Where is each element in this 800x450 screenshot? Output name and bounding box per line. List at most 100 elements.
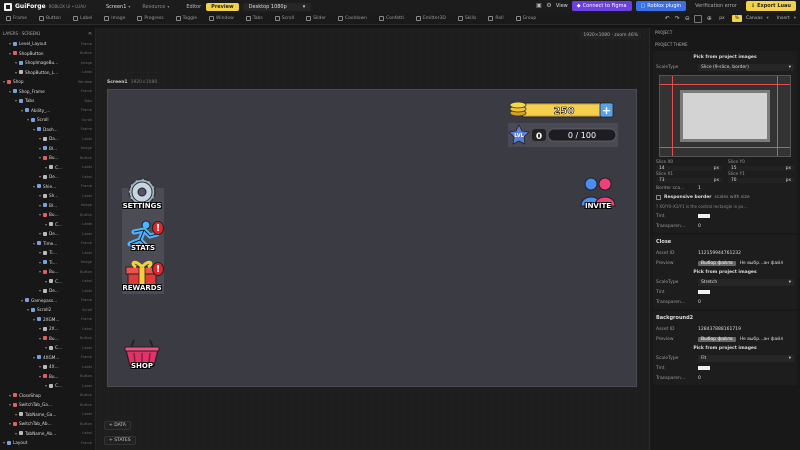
layer-row[interactable]: ▾ Tabs Tabs xyxy=(0,96,95,106)
transparency-value[interactable]: 0 xyxy=(698,300,701,305)
tool-button[interactable]: Button xyxy=(33,16,67,21)
tool-tabs[interactable]: Tabs xyxy=(240,16,269,21)
layer-row[interactable]: ▾ Shop Window xyxy=(0,77,95,87)
layer-row[interactable]: ▾ ShopButton_L… Label xyxy=(0,68,95,78)
asset-id-value[interactable]: 128437888161719 xyxy=(698,327,741,332)
tint-swatch[interactable] xyxy=(698,214,710,218)
layer-row[interactable]: ▾ SwitchTab_Ga… Button xyxy=(0,400,95,410)
export-luau-button[interactable]: ⇩ Export Luau xyxy=(745,1,796,11)
layer-row[interactable]: ▾ Gamepass… Frame xyxy=(0,296,95,306)
resource-select[interactable]: Resource ▾ xyxy=(136,4,175,10)
layer-row[interactable]: ▾ 2XGM… Frame xyxy=(0,315,95,325)
invite-button[interactable]: INVITE xyxy=(578,176,618,210)
collapse-icon[interactable]: ⇱ xyxy=(89,31,92,36)
redo-icon[interactable]: ↷ xyxy=(674,15,680,22)
layer-row[interactable]: ▾ ShopButton Button xyxy=(0,49,95,59)
zoom-in-icon[interactable]: ⊕ xyxy=(706,15,712,22)
tool-toggle[interactable]: Toggle xyxy=(170,16,203,21)
layer-row[interactable]: ▾ C… Label xyxy=(0,220,95,230)
shop-button[interactable]: SHOP xyxy=(122,336,162,370)
verification-status[interactable]: Verification error xyxy=(690,1,742,11)
layer-row[interactable]: ▾ 2X… Label xyxy=(0,324,95,334)
layer-row[interactable]: ▾ Layout Frame xyxy=(0,438,95,448)
fit-screen-icon[interactable] xyxy=(694,14,703,23)
insert-menu[interactable]: Insert xyxy=(777,16,790,21)
add-data-button[interactable]: + DATA xyxy=(104,421,131,430)
layer-row[interactable]: ▾ Ti… Label xyxy=(0,248,95,258)
screen-select[interactable]: Screen1 ▾ xyxy=(100,4,136,10)
layer-row[interactable]: ▾ TabName_Ab… Label xyxy=(0,429,95,439)
tint-swatch[interactable] xyxy=(698,366,710,370)
responsive-border-checkbox[interactable] xyxy=(656,195,661,200)
choose-file-button[interactable]: Выбор файла xyxy=(698,336,736,342)
tool-frame[interactable]: Frame xyxy=(0,16,33,21)
layer-row[interactable]: ▾ Bl… Image xyxy=(0,201,95,211)
unit-percent-toggle[interactable]: % xyxy=(731,15,743,22)
layer-row[interactable]: ▾ TabName_Ga… Label xyxy=(0,410,95,420)
mode-editor-button[interactable]: Editor xyxy=(181,3,206,11)
slice-preview-image[interactable] xyxy=(659,75,791,157)
device-select[interactable]: Desktop 1080p ▾ xyxy=(242,2,312,11)
layer-row[interactable]: ▾ Ability_… Frame xyxy=(0,106,95,116)
canvas-menu[interactable]: Canvas xyxy=(746,16,763,21)
layer-row[interactable]: ▾ SwitchTab_Ab… Button xyxy=(0,419,95,429)
layer-row[interactable]: ▾ Sh… Label xyxy=(0,191,95,201)
responsive-border-row[interactable]: Responsive border scales with size xyxy=(656,193,794,202)
tool-progress[interactable]: Progress xyxy=(131,16,169,21)
mode-preview-button[interactable]: Preview xyxy=(206,2,239,11)
layer-row[interactable]: ▾ 4X… Label xyxy=(0,362,95,372)
tint-swatch[interactable] xyxy=(698,290,710,294)
connect-figma-button[interactable]: ◆ Connect to Figma xyxy=(571,1,632,11)
tool-skills[interactable]: Skills xyxy=(452,16,483,21)
layer-row[interactable]: ▾ Level_Layout Frame xyxy=(0,39,95,49)
scale-type-select[interactable]: Stretch ▾ xyxy=(698,278,794,286)
tool-group[interactable]: Group xyxy=(510,16,543,21)
layer-row[interactable]: ▾ C… Label xyxy=(0,277,95,287)
layer-row[interactable]: ▾ Shie… Frame xyxy=(0,182,95,192)
layer-row[interactable]: ▾ Scroll2 Scroll xyxy=(0,305,95,315)
save-icon[interactable]: ▣ xyxy=(536,3,542,9)
tool-emitter3d[interactable]: Emitter3D xyxy=(410,16,452,21)
layer-row[interactable]: ▾ De… Label xyxy=(0,286,95,296)
undo-icon[interactable]: ↶ xyxy=(664,15,670,22)
tool-window[interactable]: Window xyxy=(203,16,240,21)
add-states-button[interactable]: + STATES xyxy=(104,436,136,445)
layer-row[interactable]: ▾ Dash… Frame xyxy=(0,125,95,135)
layer-row[interactable]: ▾ Time… Frame xyxy=(0,239,95,249)
transparency-value[interactable]: 0 xyxy=(698,224,701,229)
layer-row[interactable]: ▾ C… Label xyxy=(0,343,95,353)
roblox-plugin-button[interactable]: ▢ Roblox plugin xyxy=(635,1,687,11)
border-scale-value[interactable]: 1 xyxy=(698,186,701,191)
pick-project-image-button[interactable]: Pick from project images xyxy=(656,268,794,277)
settings-icon[interactable]: ⚙ xyxy=(546,3,552,9)
layer-row[interactable]: ▾ 4XGM… Frame xyxy=(0,353,95,363)
unit-px-toggle[interactable]: px xyxy=(716,15,728,22)
choose-file-button[interactable]: Выбор файла xyxy=(698,260,736,266)
slice-x0-input[interactable]: 14 px xyxy=(656,166,722,171)
canvas-area[interactable]: 1920×1080 · zoom 46% Screen1 1920×1080 25… xyxy=(96,28,649,450)
screen-frame[interactable]: 250 + LVL 0 0 / 100 SETTINGS STATS ! REW… xyxy=(107,89,637,387)
scale-type-select[interactable]: Fit ▾ xyxy=(698,354,794,362)
tool-label[interactable]: Label xyxy=(67,16,98,21)
view-menu[interactable]: View xyxy=(556,3,568,9)
layer-row[interactable]: ▾ CloseShop Button xyxy=(0,391,95,401)
tool-confetti[interactable]: Confetti xyxy=(373,16,410,21)
tool-slider[interactable]: Slider xyxy=(300,16,332,21)
zoom-out-icon[interactable]: ⊖ xyxy=(684,15,690,22)
coin-bar[interactable]: 250 + xyxy=(508,99,616,121)
layer-row[interactable]: ▾ Bu… Button xyxy=(0,334,95,344)
layer-row[interactable]: ▾ Bu… Button xyxy=(0,267,95,277)
tool-roll[interactable]: Roll xyxy=(482,16,509,21)
slice-x1-input[interactable]: 73 px xyxy=(656,178,722,183)
layer-row[interactable]: ▾ Bu… Button xyxy=(0,153,95,163)
settings-button[interactable]: SETTINGS xyxy=(122,176,162,210)
layer-row[interactable]: ▾ ShopImageBu… Image xyxy=(0,58,95,68)
layer-row[interactable]: ▾ Bu… Button xyxy=(0,210,95,220)
tool-scroll[interactable]: Scroll xyxy=(269,16,300,21)
pick-project-image-button[interactable]: Pick from project images xyxy=(656,53,794,62)
layer-row[interactable]: ▾ C… Label xyxy=(0,381,95,391)
layer-row[interactable]: ▾ Ti… Image xyxy=(0,258,95,268)
layer-row[interactable]: ▾ Bl… Image xyxy=(0,144,95,154)
layer-row[interactable]: ▾ De… Label xyxy=(0,172,95,182)
layer-row[interactable]: ▾ Bu… Button xyxy=(0,372,95,382)
